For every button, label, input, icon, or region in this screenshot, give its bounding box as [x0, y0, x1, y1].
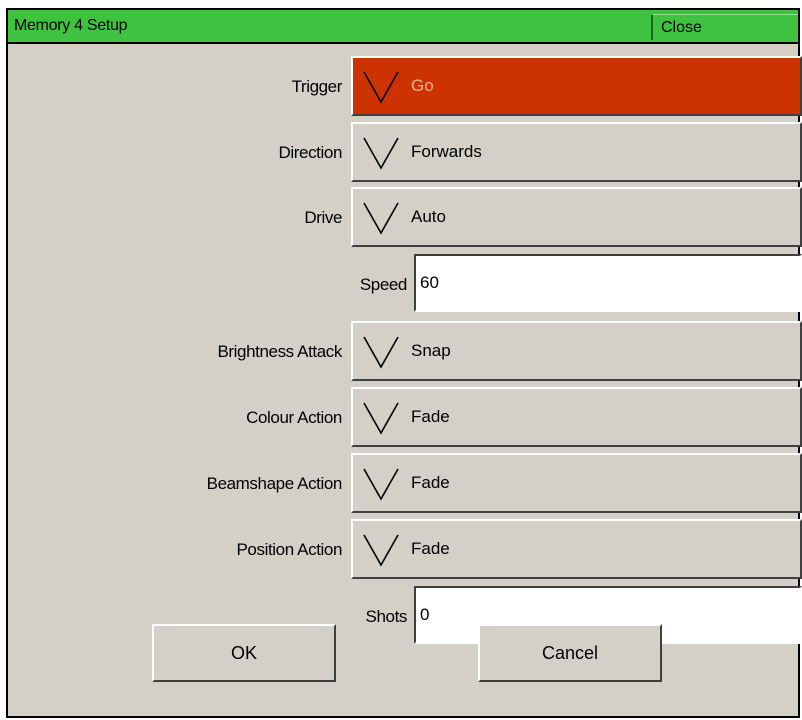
speed-label: Speed	[359, 275, 408, 294]
chevron-down-icon	[363, 202, 399, 235]
shots-label: Shots	[365, 607, 408, 626]
speed-input[interactable]	[414, 254, 802, 312]
position-action-label: Position Action	[236, 540, 342, 559]
brightness-attack-value: Snap	[411, 341, 451, 360]
brightness-attack-label: Brightness Attack	[217, 342, 342, 361]
chevron-down-icon	[363, 468, 399, 501]
close-button[interactable]: Close	[651, 14, 798, 40]
chevron-down-icon	[363, 71, 399, 104]
colour-action-value: Fade	[411, 407, 450, 426]
chevron-down-icon	[363, 402, 399, 435]
memory-setup-dialog: Memory 4 Setup Close Trigger Go Directio…	[6, 8, 802, 718]
drive-value: Auto	[411, 207, 446, 226]
colour-action-label: Colour Action	[246, 408, 342, 427]
trigger-label: Trigger	[291, 77, 343, 96]
direction-label: Direction	[278, 143, 343, 162]
ok-button[interactable]: OK	[152, 624, 336, 682]
chevron-down-icon	[363, 534, 399, 567]
close-button-label: Close	[661, 19, 702, 36]
title-bar: Memory 4 Setup Close	[8, 10, 798, 44]
drive-label: Drive	[304, 208, 342, 227]
colour-action-dropdown[interactable]: Fade	[351, 387, 802, 447]
beamshape-action-label: Beamshape Action	[206, 474, 343, 493]
trigger-value: Go	[411, 76, 434, 95]
chevron-down-icon	[363, 336, 399, 369]
chevron-down-icon	[363, 137, 399, 170]
beamshape-action-dropdown[interactable]: Fade	[351, 453, 802, 513]
brightness-attack-dropdown[interactable]: Snap	[351, 321, 802, 381]
trigger-dropdown[interactable]: Go	[351, 56, 802, 116]
position-action-value: Fade	[411, 539, 450, 558]
position-action-dropdown[interactable]: Fade	[351, 519, 802, 579]
cancel-button[interactable]: Cancel	[478, 624, 662, 682]
window-title: Memory 4 Setup	[14, 17, 128, 34]
beamshape-action-value: Fade	[411, 473, 450, 492]
drive-dropdown[interactable]: Auto	[351, 187, 802, 247]
direction-value: Forwards	[411, 142, 482, 161]
direction-dropdown[interactable]: Forwards	[351, 122, 802, 182]
